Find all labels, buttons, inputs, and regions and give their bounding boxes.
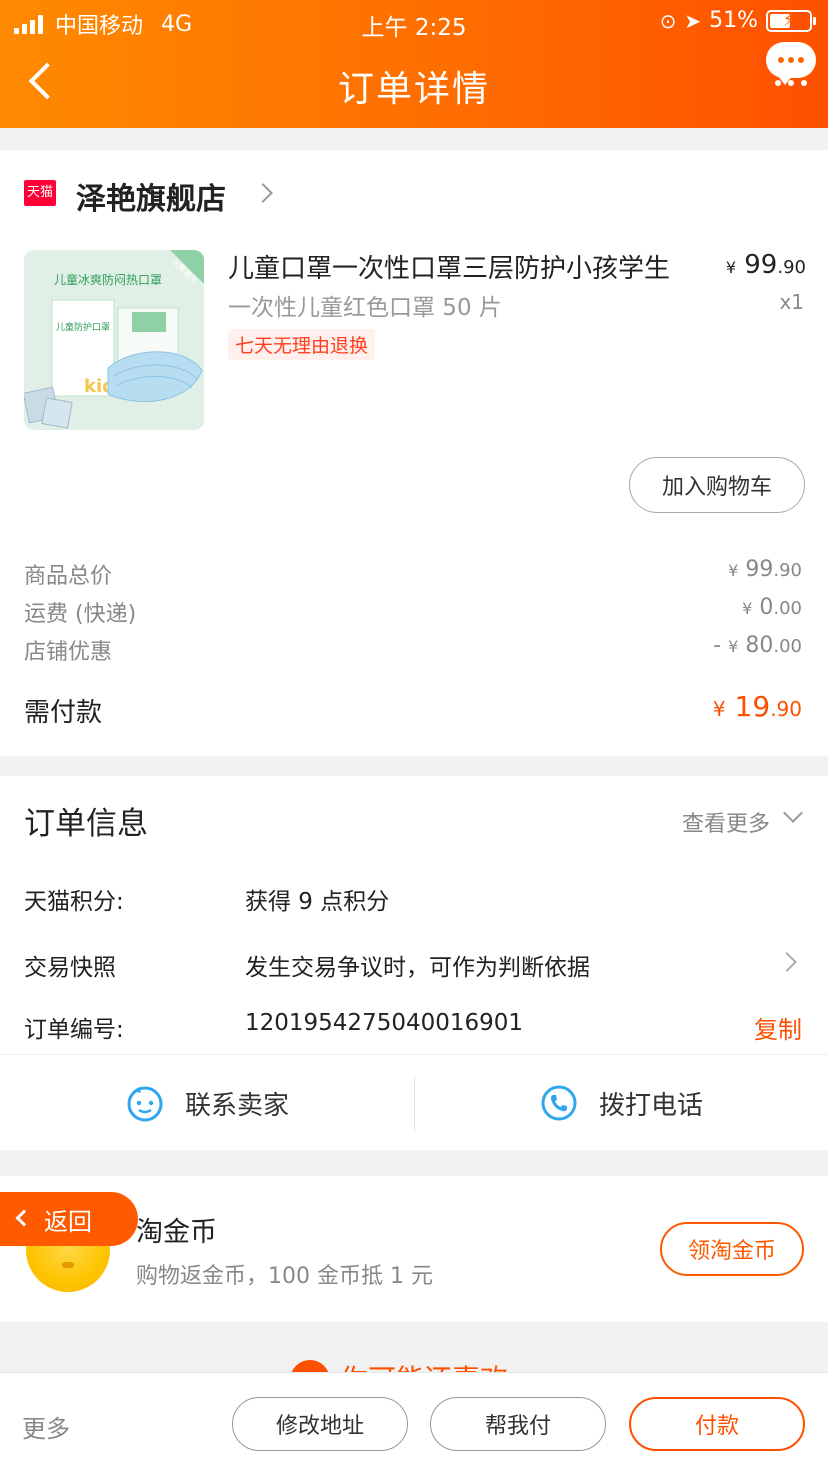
- battery-icon: ⚡: [766, 9, 816, 32]
- points-label: 天猫积分:: [24, 889, 124, 915]
- page-title: 订单详情: [337, 69, 490, 110]
- contact-seller-button[interactable]: 联系卖家: [0, 1055, 414, 1151]
- coins-title: 淘金币: [136, 1217, 217, 1248]
- image-box-label: 儿童防护口罩: [56, 321, 110, 333]
- snapshot-label[interactable]: 交易快照: [24, 948, 116, 982]
- fee-label-shipping: 运费 (快递): [24, 602, 137, 627]
- contact-bar: 联系卖家 拨打电话: [0, 1054, 828, 1150]
- chat-bubble-icon: [766, 42, 816, 85]
- view-more-link[interactable]: 查看更多: [682, 806, 770, 838]
- image-label-top: 儿童冰爽防闷热口罩: [54, 272, 162, 287]
- claim-coins-button[interactable]: 领淘金币: [660, 1222, 804, 1276]
- copy-order-number-button[interactable]: 复制: [754, 1010, 802, 1045]
- order-info-title: 订单信息: [24, 806, 148, 842]
- product-price: ¥ 99.90: [725, 250, 806, 280]
- return-policy-badge: 七天无理由退换: [228, 329, 376, 360]
- product-card: [0, 150, 828, 756]
- points-value: 获得 9 点积分: [245, 889, 390, 915]
- call-phone-label: 拨打电话: [598, 1090, 703, 1121]
- product-sku: 一次性儿童红色口罩 50 片: [228, 295, 502, 321]
- return-button[interactable]: 返回: [0, 1192, 138, 1246]
- total-label: 需付款: [24, 698, 103, 728]
- add-to-cart-button[interactable]: 加入购物车: [629, 457, 805, 513]
- product-image[interactable]: 儿童冰爽防闷热口罩 冰爽透气 儿童防护口罩 kids: [24, 250, 204, 430]
- store-name[interactable]: 泽艳旗舰店: [76, 174, 226, 218]
- total-amount: ¥ 19.90: [712, 690, 802, 723]
- product-title[interactable]: 儿童口罩一次性口罩三层防护小孩学生: [228, 248, 670, 285]
- order-number-label: 订单编号:: [24, 1017, 124, 1043]
- fee-amount-discount: - ¥ 80.00: [713, 633, 802, 658]
- coins-subtitle: 购物返金币，100 金币抵 1 元: [136, 1264, 433, 1289]
- help-pay-button[interactable]: 帮我付: [430, 1397, 606, 1451]
- mask-package-illustration: 儿童冰爽防闷热口罩 冰爽透气 儿童防护口罩 kids: [24, 250, 204, 430]
- fee-label-discount: 店铺优惠: [24, 640, 113, 665]
- pay-button[interactable]: 付款: [629, 1397, 805, 1451]
- battery-percent: 51%: [709, 8, 758, 33]
- header-bar: 中国移动 4G 上午 2:25 ⊙ ➤ 51% ⚡ 订单详情: [0, 0, 828, 128]
- order-number-value: 1201954275040016901: [245, 1010, 524, 1036]
- return-label: 返回: [44, 1207, 92, 1236]
- location-icon: ➤: [684, 8, 702, 33]
- phone-icon: [541, 1085, 577, 1121]
- fee-amount-subtotal: ¥ 99.90: [728, 557, 802, 582]
- modify-address-button[interactable]: 修改地址: [232, 1397, 408, 1451]
- chat-face-icon: [127, 1086, 163, 1122]
- status-bar: 中国移动 4G 上午 2:25 ⊙ ➤ 51% ⚡: [0, 0, 828, 44]
- rotation-lock-icon: ⊙: [659, 8, 677, 33]
- message-button[interactable]: [766, 42, 816, 86]
- snapshot-value[interactable]: 发生交易争议时，可作为判断依据: [245, 948, 590, 982]
- bottom-action-bar: 更多 修改地址 帮我付 付款: [0, 1372, 828, 1472]
- more-button[interactable]: 更多: [22, 1409, 70, 1444]
- tmall-logo: 天猫: [24, 180, 56, 206]
- fee-label-subtotal: 商品总价: [24, 564, 113, 589]
- chevron-left-icon: [15, 1209, 33, 1227]
- more-dots-icon: [766, 80, 816, 86]
- product-quantity: x1: [779, 290, 804, 314]
- fee-amount-shipping: ¥ 0.00: [742, 595, 802, 620]
- contact-seller-label: 联系卖家: [184, 1090, 289, 1121]
- call-phone-button[interactable]: 拨打电话: [414, 1055, 828, 1151]
